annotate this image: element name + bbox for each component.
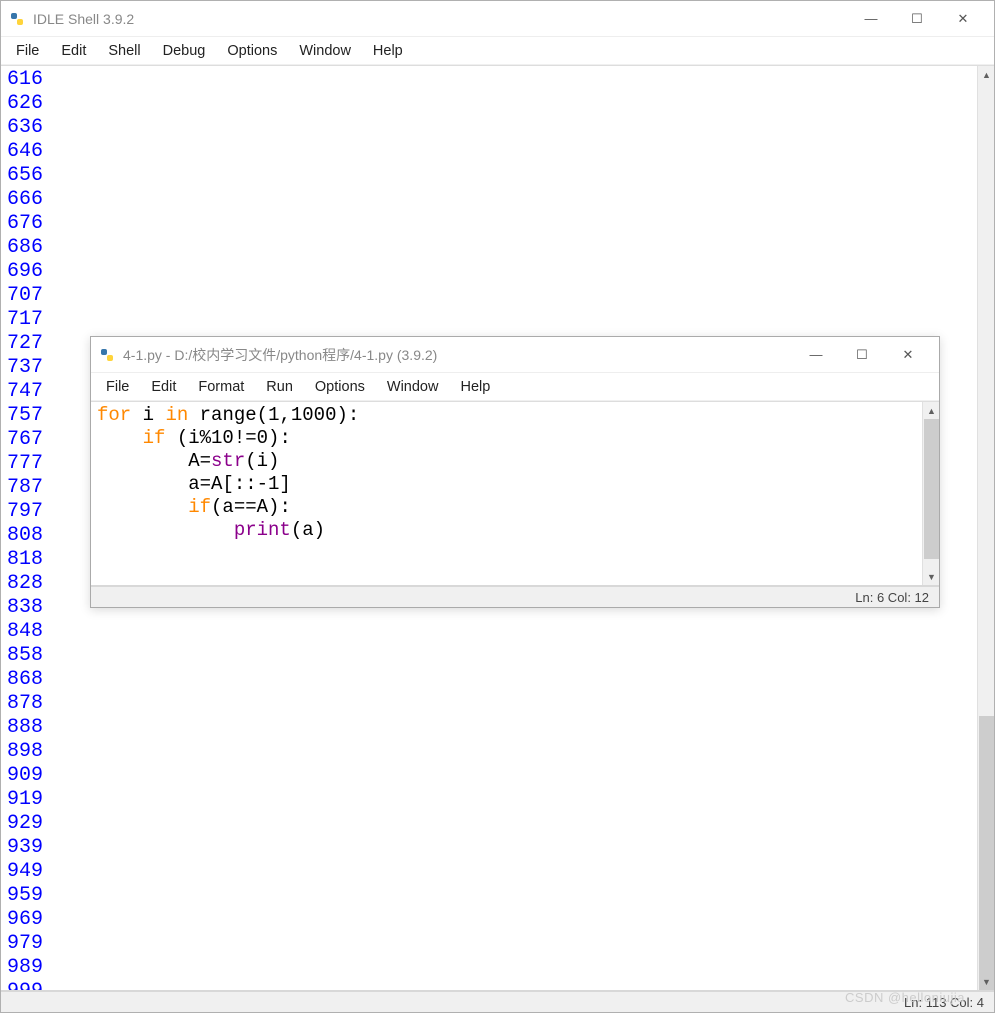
- output-line: 616: [7, 68, 43, 91]
- close-button[interactable]: ✕: [940, 4, 986, 34]
- menu-options[interactable]: Options: [306, 377, 374, 397]
- window-controls: — ☐ ✕: [793, 340, 931, 370]
- output-line: 818: [7, 548, 43, 571]
- output-line: 787: [7, 476, 43, 499]
- editor-statusbar: Ln: 6 Col: 12: [91, 585, 939, 607]
- menu-help[interactable]: Help: [364, 41, 412, 61]
- output-line: 939: [7, 836, 43, 859]
- output-line: 878: [7, 692, 43, 715]
- menu-debug[interactable]: Debug: [154, 41, 215, 61]
- output-line: 929: [7, 812, 43, 835]
- shell-statusbar: Ln: 113 Col: 4: [1, 990, 994, 1012]
- output-line: 747: [7, 380, 43, 403]
- menu-window[interactable]: Window: [378, 377, 448, 397]
- close-button[interactable]: ✕: [885, 340, 931, 370]
- output-line: 858: [7, 644, 43, 667]
- scroll-thumb[interactable]: [979, 716, 994, 990]
- output-line: 888: [7, 716, 43, 739]
- editor-status-text: Ln: 6 Col: 12: [855, 590, 929, 605]
- output-line: 757: [7, 404, 43, 427]
- output-line: 848: [7, 620, 43, 643]
- shell-title: IDLE Shell 3.9.2: [33, 11, 134, 27]
- output-line: 989: [7, 956, 43, 979]
- output-line: 898: [7, 740, 43, 763]
- output-line: 656: [7, 164, 43, 187]
- output-line: 707: [7, 284, 43, 307]
- output-line: 767: [7, 428, 43, 451]
- output-line: 676: [7, 212, 43, 235]
- output-line: 959: [7, 884, 43, 907]
- output-line: 696: [7, 260, 43, 283]
- editor-code[interactable]: for i in range(1,1000): if (i%10!=0): A=…: [91, 402, 922, 585]
- editor-title: 4-1.py - D:/校内学习文件/python程序/4-1.py (3.9.…: [123, 345, 437, 365]
- menu-window[interactable]: Window: [290, 41, 360, 61]
- editor-titlebar[interactable]: 4-1.py - D:/校内学习文件/python程序/4-1.py (3.9.…: [91, 337, 939, 373]
- maximize-button[interactable]: ☐: [894, 4, 940, 34]
- editor-scrollbar[interactable]: ▲ ▼: [922, 402, 939, 585]
- output-line: 717: [7, 308, 43, 331]
- output-line: 646: [7, 140, 43, 163]
- output-line: 838: [7, 596, 43, 619]
- output-line: 666: [7, 188, 43, 211]
- python-icon: [99, 347, 115, 363]
- python-icon: [9, 11, 25, 27]
- scroll-thumb[interactable]: [924, 419, 939, 559]
- idle-editor-window: 4-1.py - D:/校内学习文件/python程序/4-1.py (3.9.…: [90, 336, 940, 608]
- output-line: 909: [7, 764, 43, 787]
- menu-file[interactable]: File: [97, 377, 138, 397]
- output-line: 999: [7, 980, 43, 990]
- menu-options[interactable]: Options: [218, 41, 286, 61]
- scroll-up-icon[interactable]: ▲: [923, 402, 939, 419]
- menu-edit[interactable]: Edit: [142, 377, 185, 397]
- output-line: 828: [7, 572, 43, 595]
- minimize-button[interactable]: —: [793, 340, 839, 370]
- menu-format[interactable]: Format: [189, 377, 253, 397]
- window-controls: — ☐ ✕: [848, 4, 986, 34]
- scroll-down-icon[interactable]: ▼: [978, 973, 994, 990]
- output-line: 636: [7, 116, 43, 139]
- output-line: 727: [7, 332, 43, 355]
- scroll-up-icon[interactable]: ▲: [978, 66, 994, 83]
- menu-run[interactable]: Run: [257, 377, 302, 397]
- output-line: 979: [7, 932, 43, 955]
- menu-file[interactable]: File: [7, 41, 48, 61]
- menu-help[interactable]: Help: [451, 377, 499, 397]
- menu-edit[interactable]: Edit: [52, 41, 95, 61]
- output-line: 868: [7, 668, 43, 691]
- shell-scrollbar[interactable]: ▲ ▼: [977, 66, 994, 990]
- output-line: 969: [7, 908, 43, 931]
- output-line: 737: [7, 356, 43, 379]
- editor-menubar: FileEditFormatRunOptionsWindowHelp: [91, 373, 939, 401]
- output-line: 777: [7, 452, 43, 475]
- output-line: 797: [7, 500, 43, 523]
- menu-shell[interactable]: Shell: [99, 41, 149, 61]
- shell-menubar: FileEditShellDebugOptionsWindowHelp: [1, 37, 994, 65]
- output-line: 626: [7, 92, 43, 115]
- minimize-button[interactable]: —: [848, 4, 894, 34]
- shell-status-text: Ln: 113 Col: 4: [904, 995, 984, 1010]
- shell-titlebar[interactable]: IDLE Shell 3.9.2 — ☐ ✕: [1, 1, 994, 37]
- output-line: 949: [7, 860, 43, 883]
- output-line: 808: [7, 524, 43, 547]
- scroll-down-icon[interactable]: ▼: [923, 568, 939, 585]
- output-line: 686: [7, 236, 43, 259]
- output-line: 919: [7, 788, 43, 811]
- maximize-button[interactable]: ☐: [839, 340, 885, 370]
- editor-content: for i in range(1,1000): if (i%10!=0): A=…: [91, 401, 939, 585]
